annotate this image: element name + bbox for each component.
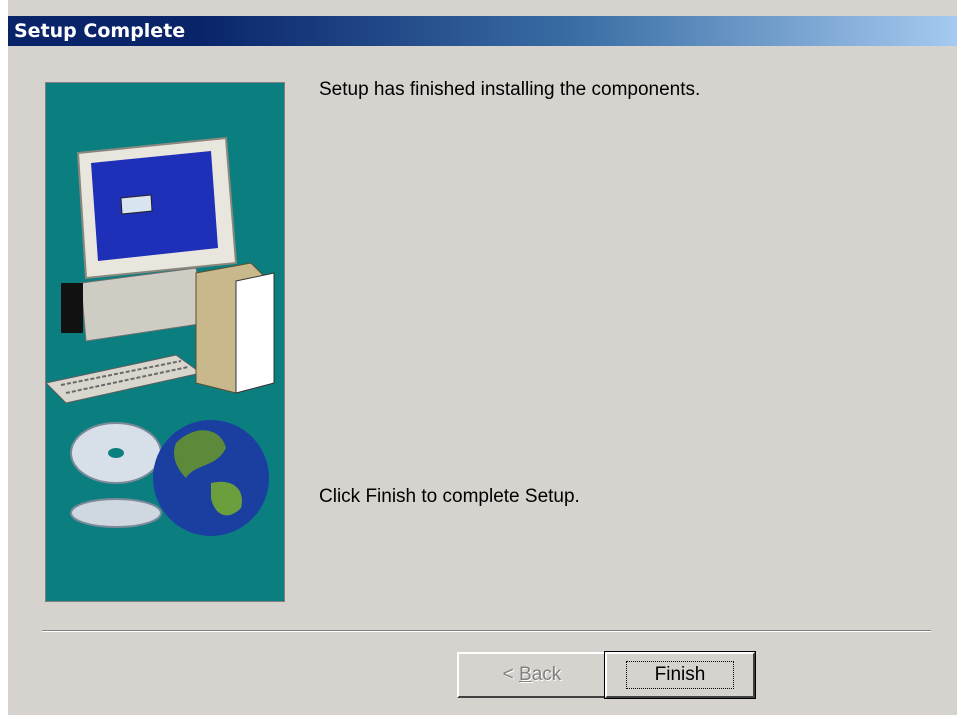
finish-instruction: Click Finish to complete Setup. — [319, 486, 580, 507]
back-button-label-rest: ack — [531, 664, 562, 685]
computer-case — [80, 267, 207, 342]
window-title: Setup Complete — [14, 20, 186, 42]
setup-dialog: Setup Complete Setup has finished instal… — [7, 0, 957, 715]
finish-button[interactable]: Finish — [604, 651, 756, 699]
keyboard — [44, 354, 203, 404]
finish-button-label: Finish — [625, 661, 735, 689]
separator — [42, 630, 931, 632]
speaker — [61, 283, 83, 333]
back-button[interactable]: < Back — [457, 652, 607, 698]
back-button-accelerator: B — [519, 664, 532, 685]
title-bar[interactable]: Setup Complete — [8, 16, 957, 46]
monitor-screen — [91, 151, 218, 261]
completion-message: Setup has finished installing the compon… — [319, 79, 701, 100]
screen-dialog-icon — [120, 194, 153, 215]
setup-illustration-panel — [44, 82, 285, 602]
setup-illustration — [44, 136, 275, 536]
cd-disc-2 — [70, 498, 162, 528]
back-button-prefix: < — [502, 664, 520, 685]
